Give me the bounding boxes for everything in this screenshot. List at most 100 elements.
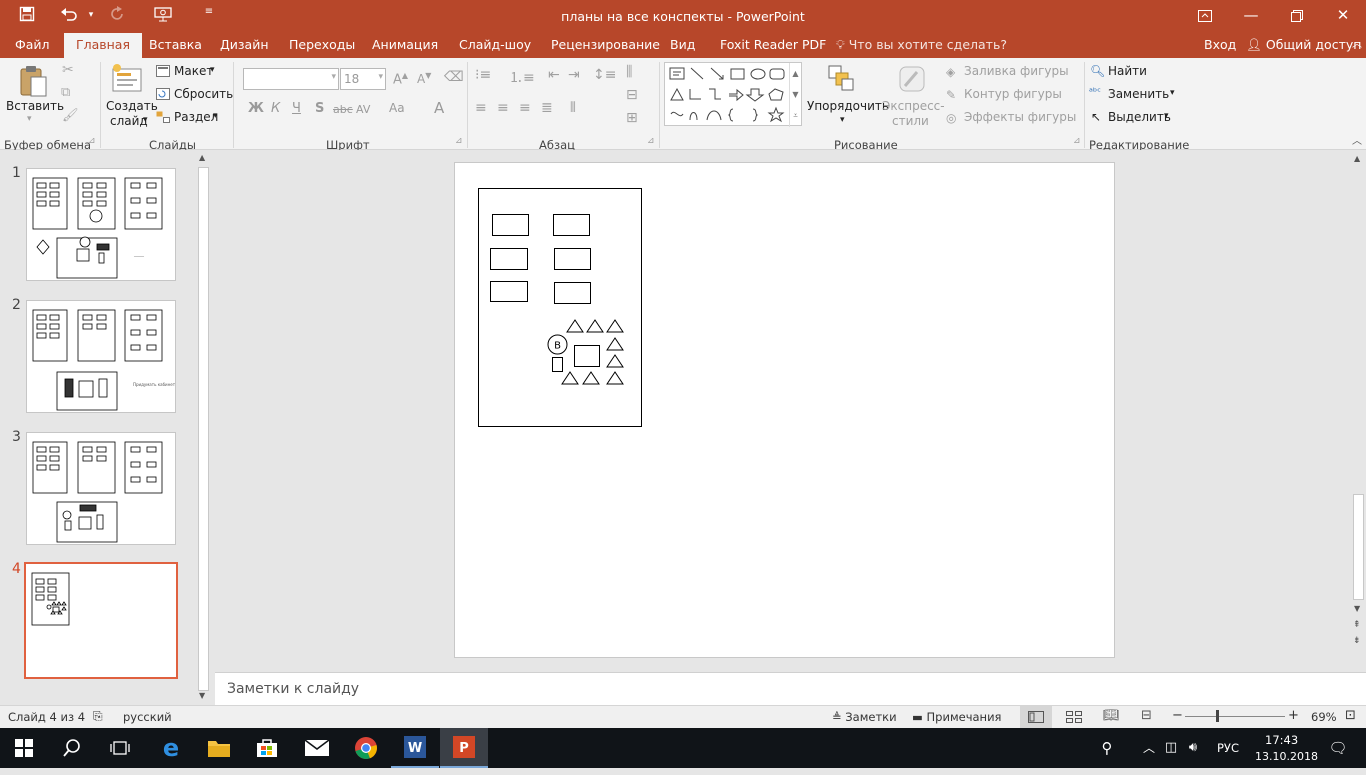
shadow-button[interactable]: S — [315, 101, 324, 116]
char-spacing-button[interactable]: AV — [356, 103, 370, 116]
reset-button[interactable]: Сбросить — [174, 87, 233, 101]
shapes-gallery-scroll[interactable]: ▲ ▼ ⩡ — [789, 63, 801, 127]
zoom-slider-thumb[interactable] — [1216, 710, 1219, 722]
tab-view[interactable]: Вид — [670, 33, 695, 58]
tab-home[interactable]: Главная — [64, 33, 142, 58]
notes-toggle[interactable]: ≜ Заметки — [832, 710, 897, 724]
windows-start-icon[interactable] — [0, 728, 48, 768]
slide-thumbnail-3[interactable] — [26, 432, 176, 545]
reset-icon[interactable] — [156, 88, 170, 103]
close-button[interactable]: ✕ — [1320, 0, 1366, 33]
scroll-up-icon[interactable]: ▲ — [199, 153, 205, 162]
numbering-icon[interactable]: ⒈≡ — [509, 67, 535, 87]
share-button[interactable]: 👤︎ Общий доступ — [1246, 33, 1361, 58]
collapse-ribbon-button[interactable]: ︿ — [1352, 132, 1362, 147]
tab-slideshow[interactable]: Слайд-шоу — [459, 33, 531, 58]
sign-in-link[interactable]: Вход — [1204, 33, 1236, 58]
slide-sorter-icon[interactable] — [1066, 711, 1082, 726]
find-icon[interactable]: 🔍︎ — [1090, 64, 1105, 78]
layout-button[interactable]: Макет — [174, 64, 213, 78]
tab-insert[interactable]: Вставка — [149, 33, 202, 58]
font-color-button[interactable]: A — [434, 99, 444, 117]
collapse-ribbon-icon[interactable]: ︿ — [1352, 33, 1362, 58]
font-size-box[interactable]: 18 ▾ — [340, 68, 386, 90]
tab-animations[interactable]: Анимация — [372, 33, 438, 58]
language-indicator[interactable]: русский — [123, 710, 172, 724]
volume-icon[interactable]: 🔊︎ — [1182, 728, 1204, 768]
minimize-button[interactable]: — — [1228, 0, 1274, 33]
scroll-down-icon[interactable]: ▼ — [1354, 604, 1360, 613]
action-center-icon[interactable]: 🗨︎ — [1318, 728, 1358, 768]
current-slide[interactable]: В — [454, 162, 1115, 658]
bold-button[interactable]: Ж — [248, 101, 264, 116]
replace-icon[interactable]: ᵃᵇᶜ — [1089, 87, 1101, 98]
font-name-dropdown-icon[interactable]: ▾ — [331, 72, 336, 82]
shape-fill-button[interactable]: Заливка фигуры — [964, 64, 1069, 78]
change-case-button[interactable]: Aa — [389, 101, 405, 115]
cut-icon[interactable]: ✂ — [62, 62, 74, 78]
previous-slide-icon[interactable]: ⇞ — [1353, 620, 1361, 630]
paste-dropdown-icon[interactable]: ▾ — [27, 114, 32, 124]
section-dropdown-icon[interactable]: ▾ — [213, 111, 218, 121]
store-icon[interactable] — [243, 728, 291, 768]
tab-transitions[interactable]: Переходы — [289, 33, 355, 58]
slide-thumbnail-4[interactable] — [24, 562, 178, 679]
replace-button[interactable]: Заменить — [1108, 87, 1169, 101]
select-button[interactable]: Выделить — [1108, 110, 1171, 124]
justify-icon[interactable]: ≣ — [541, 100, 553, 116]
thumbnails-scrollbar[interactable]: ▲ ▼ — [197, 153, 210, 703]
scrollbar-thumb[interactable] — [198, 167, 209, 691]
shape-effects-icon[interactable]: ◎ — [946, 111, 956, 125]
font-launcher-icon[interactable]: ⊿ — [455, 136, 463, 146]
people-icon[interactable]: ⚲ — [1092, 728, 1122, 768]
underline-button[interactable]: Ч — [292, 101, 301, 116]
slide-thumbnail-1[interactable]: _____ — [26, 168, 176, 281]
zoom-level[interactable]: 69% — [1311, 710, 1337, 724]
tab-file[interactable]: Файл — [15, 33, 50, 58]
format-painter-icon[interactable]: 🖌︎ — [62, 108, 79, 123]
tab-foxit[interactable]: Foxit Reader PDF — [720, 33, 826, 58]
search-icon[interactable] — [48, 728, 96, 768]
comments-toggle[interactable]: ▬ Примечания — [912, 710, 1001, 724]
paste-label[interactable]: Вставить — [6, 99, 64, 113]
arrange-dropdown-icon[interactable]: ▾ — [840, 115, 845, 125]
new-slide-label-1[interactable]: Создать — [106, 99, 158, 113]
word-icon[interactable]: W — [391, 728, 439, 768]
restore-button[interactable] — [1274, 0, 1320, 33]
select-dropdown-icon[interactable]: ▾ — [1164, 111, 1169, 121]
paragraph-launcher-icon[interactable]: ⊿ — [647, 136, 655, 146]
layout-icon[interactable] — [156, 65, 170, 80]
paste-icon[interactable] — [18, 64, 48, 101]
normal-view-button[interactable] — [1020, 706, 1052, 728]
mail-icon[interactable] — [293, 728, 341, 768]
shapes-gallery[interactable]: ▲ ▼ ⩡ — [664, 62, 802, 127]
quick-styles-icon[interactable] — [897, 64, 927, 97]
edge-browser-icon[interactable]: e — [147, 728, 195, 768]
line-spacing-icon[interactable]: ↕≡ — [593, 67, 616, 83]
replace-dropdown-icon[interactable]: ▾ — [1170, 88, 1175, 98]
tell-me-search[interactable]: 💡︎ Что вы хотите сделать? — [836, 33, 1007, 58]
decrease-font-icon[interactable]: A▼ — [417, 71, 431, 86]
slideshow-view-icon[interactable]: ⊟ — [1141, 708, 1152, 723]
drawing-launcher-icon[interactable]: ⊿ — [1073, 136, 1081, 146]
tab-design[interactable]: Дизайн — [220, 33, 269, 58]
columns-icon[interactable]: ⫴ — [570, 100, 576, 116]
align-left-icon[interactable]: ≡ — [475, 100, 487, 116]
shape-outline-icon[interactable]: ✎ — [946, 88, 956, 102]
align-text-icon[interactable]: ⊟ — [626, 87, 638, 103]
select-icon[interactable]: ↖ — [1091, 110, 1101, 124]
scroll-up-icon[interactable]: ▲ — [1354, 154, 1360, 163]
clock-date[interactable]: 13.10.2018 — [1255, 750, 1318, 763]
scrollbar-thumb[interactable] — [1353, 494, 1364, 600]
new-slide-icon[interactable] — [111, 63, 145, 96]
zoom-out-button[interactable]: − — [1172, 708, 1183, 723]
file-explorer-icon[interactable] — [195, 728, 243, 768]
tray-chevron-icon[interactable]: ︿ — [1138, 728, 1160, 768]
find-button[interactable]: Найти — [1108, 64, 1147, 78]
copy-icon[interactable]: ⧉ — [61, 85, 70, 100]
quick-styles-label-2[interactable]: стили — [892, 114, 929, 128]
section-button[interactable]: Раздел — [174, 110, 218, 124]
network-icon[interactable]: ◫ — [1160, 728, 1182, 768]
section-icon[interactable] — [156, 111, 170, 126]
new-slide-dropdown-icon[interactable]: ▾ — [143, 115, 148, 125]
